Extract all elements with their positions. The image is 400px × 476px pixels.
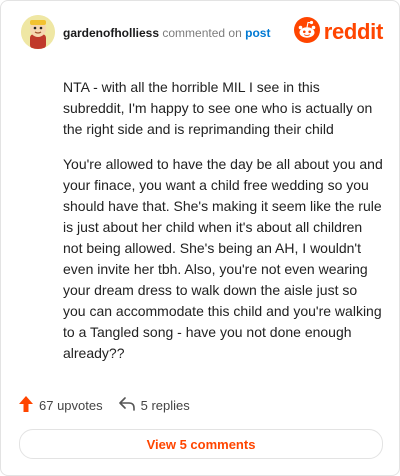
comment-actions: 67 upvotes 5 replies [19, 395, 206, 415]
replies-count: 5 replies [140, 397, 190, 413]
post-link[interactable]: post [245, 26, 270, 40]
comment-header: gardenofholliess commented on post reddi… [21, 15, 383, 53]
reddit-logo[interactable]: reddit [293, 16, 384, 48]
comment-byline: gardenofholliess commented on post [63, 26, 270, 40]
upvote-count: 67 upvotes [39, 397, 103, 413]
replies-button[interactable]: 5 replies [118, 396, 190, 414]
comment-card: gardenofholliess commented on post reddi… [0, 0, 400, 476]
upvote-button[interactable]: 67 upvotes [19, 395, 103, 415]
username-link[interactable]: gardenofholliess [63, 26, 159, 40]
view-comments-button[interactable]: View 5 comments [19, 429, 383, 459]
comment-paragraph: NTA - with all the horrible MIL I see in… [63, 79, 373, 137]
reddit-alien-icon [293, 16, 320, 48]
reply-arrow-icon [118, 396, 141, 414]
commented-on-label: commented on [162, 26, 242, 40]
reddit-wordmark: reddit [323, 19, 384, 44]
upvote-arrow-icon [19, 395, 39, 415]
user-avatar-icon[interactable] [21, 15, 55, 49]
comment-body: NTA - with all the horrible MIL I see in… [63, 77, 383, 378]
comment-paragraph: You're allowed to have the day be all ab… [63, 156, 383, 361]
